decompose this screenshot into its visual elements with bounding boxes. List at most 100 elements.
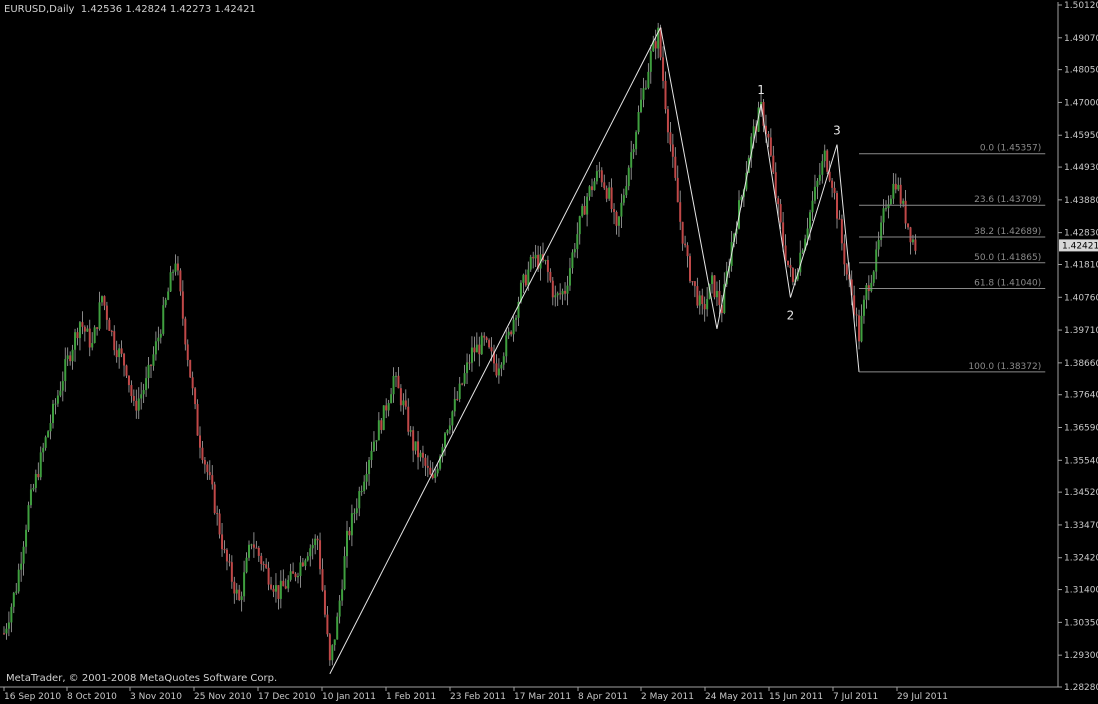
candle	[341, 579, 344, 606]
candle	[372, 431, 375, 452]
candle-body	[711, 275, 714, 285]
candle	[493, 344, 495, 372]
price-tick-label: 1.45950	[1064, 131, 1098, 141]
candle-body	[591, 186, 593, 191]
zigzag-segment	[789, 144, 838, 298]
candle	[319, 532, 322, 575]
candle-body	[715, 290, 718, 298]
candle-body	[495, 363, 498, 376]
candle	[184, 316, 187, 351]
candle	[833, 181, 836, 200]
price-chart[interactable]: 1 2 3 0.0 (1.45357) 23.6 (1.43709) 38.2 (1.4…	[0, 0, 1098, 704]
candle-body	[176, 263, 179, 271]
candle-body	[49, 423, 52, 432]
candle	[346, 520, 348, 568]
candle	[169, 265, 172, 292]
candle	[262, 561, 265, 572]
candle	[600, 167, 603, 187]
candle	[157, 326, 160, 351]
candle	[350, 504, 353, 547]
candle	[451, 410, 454, 433]
candle-body	[865, 285, 868, 300]
candle-body	[270, 584, 273, 589]
candle	[375, 440, 378, 451]
candle-body	[304, 560, 307, 567]
candle-body	[17, 569, 20, 592]
candle-body	[461, 383, 464, 385]
chart-window[interactable]: 1 2 3 0.0 (1.45357) 23.6 (1.43709) 38.2 (1.4…	[0, 0, 1098, 704]
candle-body	[336, 616, 339, 640]
candle-body	[343, 556, 346, 590]
zigzag-segment	[760, 103, 791, 298]
candle	[701, 288, 704, 315]
candle-body	[284, 586, 287, 589]
candle-body	[316, 538, 319, 541]
candle-body	[323, 590, 326, 615]
candle-body	[147, 364, 150, 379]
candle	[243, 560, 246, 602]
candle	[284, 578, 287, 590]
candle-body	[571, 252, 574, 269]
candle	[363, 475, 366, 495]
candle	[265, 558, 268, 569]
fibo-level-label: 0.0 (1.45357)	[980, 144, 1041, 154]
candle	[591, 178, 593, 197]
candle-body	[179, 270, 182, 292]
candle	[328, 632, 331, 666]
wave-label: 3	[833, 124, 841, 138]
time-tick-label: 24 May 2011	[705, 692, 764, 702]
candle-body	[801, 250, 804, 253]
candle-body	[904, 200, 907, 224]
candle-body	[826, 150, 829, 172]
candle	[875, 241, 878, 280]
candle	[76, 327, 79, 346]
candle-body	[101, 296, 103, 303]
candle	[791, 267, 794, 286]
candle	[22, 541, 25, 576]
candle-body	[483, 335, 486, 338]
candle	[196, 399, 199, 436]
candle	[216, 505, 219, 526]
candle-body	[816, 180, 819, 187]
candle-body	[365, 473, 368, 482]
candle-body	[27, 505, 30, 530]
high-value: 1.42824	[125, 4, 167, 15]
candle	[566, 275, 569, 306]
candle-body	[664, 80, 667, 110]
candle	[593, 177, 596, 191]
candle-body	[159, 333, 162, 338]
candle-body	[470, 347, 473, 363]
candle	[130, 380, 133, 403]
candle	[894, 173, 897, 194]
candle-body	[600, 170, 603, 183]
candle	[12, 591, 15, 614]
candle	[779, 199, 782, 230]
candle	[306, 552, 309, 562]
candle-body	[693, 281, 696, 287]
candle	[74, 328, 77, 362]
candle-body	[377, 420, 380, 441]
candle-body	[407, 406, 410, 432]
candle-body	[500, 364, 503, 369]
price-tick-label: 1.44930	[1064, 163, 1098, 173]
candle	[44, 435, 47, 451]
candle-body	[127, 375, 130, 386]
candle-body	[838, 218, 841, 220]
candle	[88, 319, 91, 357]
candle-body	[497, 368, 500, 376]
candle-body	[823, 150, 826, 162]
candle	[561, 288, 564, 305]
candle-body	[402, 400, 405, 406]
candle-body	[605, 188, 608, 199]
candle-body	[532, 256, 535, 259]
candle	[20, 551, 23, 582]
candle	[689, 253, 691, 284]
candle-body	[885, 208, 887, 210]
candle-body	[696, 286, 699, 306]
candle	[424, 454, 427, 476]
candle	[654, 29, 657, 60]
candle	[463, 364, 466, 387]
time-tick-label: 15 Jun 2011	[769, 692, 823, 702]
candle	[272, 585, 275, 598]
candle	[218, 509, 221, 539]
